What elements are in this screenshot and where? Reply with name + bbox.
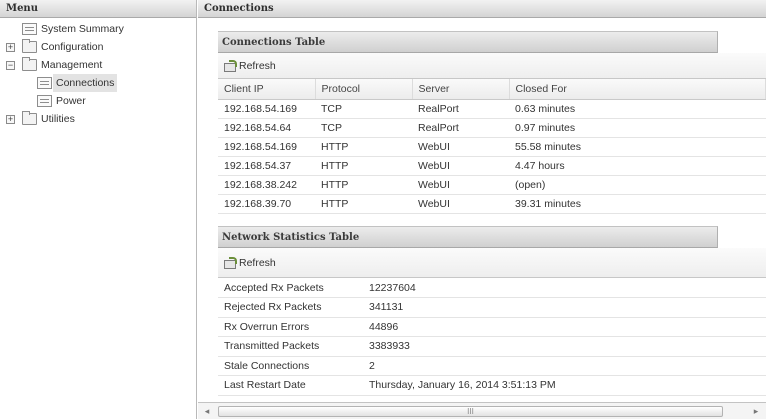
table-row: Rx Overrun Errors 44896 [218,317,766,337]
stat-value: 341131 [363,297,766,318]
cell-closed-for: 39.31 minutes [509,194,766,214]
table-row: Last Restart Date Thursday, January 16, … [218,375,766,396]
table-row[interactable]: 192.168.54.169 TCP RealPort 0.63 minutes [218,99,766,119]
tree-item-utilities[interactable]: + Utilities [0,110,196,128]
refresh-label: Refresh [239,60,276,72]
stat-label: Last Restart Date [218,375,363,396]
scroll-left-icon[interactable]: ◂ [202,406,212,416]
connections-toolbar: Refresh [218,53,766,79]
table-row: Transmitted Packets 3383933 [218,336,766,357]
refresh-stats-button[interactable]: Refresh [224,248,276,278]
stat-value: 3383933 [363,336,766,357]
scroll-right-icon[interactable]: ▸ [751,406,761,416]
cell-server: WebUI [412,156,509,176]
cell-protocol: HTTP [315,194,412,214]
expand-icon[interactable]: + [6,115,15,124]
cell-protocol: TCP [315,99,412,119]
cell-server: WebUI [412,175,509,195]
cell-client-ip: 192.168.39.70 [218,194,315,214]
cell-server: RealPort [412,118,509,138]
stat-label: Rejected Rx Packets [218,297,363,318]
folder-icon [22,111,37,125]
tree-item-power[interactable]: Power [0,92,196,110]
tree-item-label: System Summary [41,23,124,35]
cell-client-ip: 192.168.54.169 [218,137,315,157]
tree-item-label: Utilities [41,113,75,125]
cell-client-ip: 192.168.54.37 [218,156,315,176]
tree-item-configuration[interactable]: + Configuration [0,38,196,56]
folder-icon [22,39,37,53]
cell-closed-for: 0.63 minutes [509,99,766,119]
refresh-label: Refresh [239,257,276,269]
column-header-server[interactable]: Server [412,79,510,100]
cell-server: WebUI [412,137,509,157]
column-header-closed-for[interactable]: Closed For [509,79,766,100]
stat-value: 12237604 [363,278,766,298]
tree-item-label: Power [56,95,86,107]
main-panel: Connections Connections Table Refresh Cl… [198,0,766,419]
cell-server: WebUI [412,194,509,214]
table-row: Accepted Rx Packets 12237604 [218,278,766,298]
stat-value: 44896 [363,317,766,337]
table-row[interactable]: 192.168.54.37 HTTP WebUI 4.47 hours [218,156,766,176]
table-header-row: Client IP Protocol Server Closed For [218,79,766,100]
refresh-connections-button[interactable]: Refresh [224,53,276,79]
table-row: Rejected Rx Packets 341131 [218,297,766,318]
cell-closed-for: 55.58 minutes [509,137,766,157]
scrollbar-thumb[interactable]: III [218,406,723,417]
expand-icon[interactable]: + [6,43,15,52]
stat-value: 2 [363,356,766,376]
stat-value: Thursday, January 16, 2014 3:51:13 PM [363,375,766,396]
cell-closed-for: 0.97 minutes [509,118,766,138]
collapse-icon[interactable]: − [6,61,15,70]
stat-label: Accepted Rx Packets [218,278,363,298]
network-stats-toolbar: Refresh [218,248,766,278]
network-stats-table: Accepted Rx Packets 12237604 Rejected Rx… [218,278,766,396]
horizontal-scrollbar[interactable]: ◂ III ▸ [198,402,766,419]
cell-client-ip: 192.168.54.169 [218,99,315,119]
column-header-protocol[interactable]: Protocol [315,79,413,100]
folder-open-icon [22,57,37,71]
network-stats-header: Network Statistics Table [218,226,718,248]
stat-label: Transmitted Packets [218,336,363,357]
page-title: Connections [198,0,766,18]
cell-client-ip: 192.168.38.242 [218,175,315,195]
tree-item-connections[interactable]: Connections [0,74,196,92]
cell-closed-for: (open) [509,175,766,195]
stat-label: Stale Connections [218,356,363,376]
document-icon [37,77,52,89]
menu-header: Menu [0,0,196,18]
cell-protocol: HTTP [315,156,412,176]
cell-protocol: HTTP [315,175,412,195]
tree-item-system-summary[interactable]: System Summary [0,20,196,38]
connections-table: Client IP Protocol Server Closed For 192… [218,79,766,214]
cell-protocol: HTTP [315,137,412,157]
refresh-icon [224,257,237,269]
table-row: Stale Connections 2 [218,356,766,376]
menu-tree: System Summary + Configuration − Managem… [0,18,196,128]
tree-item-management[interactable]: − Management [0,56,196,74]
document-icon [22,23,37,35]
connections-section: Connections Table Refresh Client IP Prot… [218,31,766,214]
tree-item-label: Connections [53,74,118,92]
document-icon [37,95,52,107]
refresh-icon [224,60,237,72]
cell-protocol: TCP [315,118,412,138]
tree-item-label: Configuration [41,41,104,53]
menu-panel: Menu System Summary + Configuration − Ma… [0,0,197,419]
table-row[interactable]: 192.168.38.242 HTTP WebUI (open) [218,175,766,195]
cell-server: RealPort [412,99,509,119]
table-row[interactable]: 192.168.54.169 HTTP WebUI 55.58 minutes [218,137,766,157]
network-stats-section: Network Statistics Table Refresh Accepte… [218,226,766,396]
column-header-client-ip[interactable]: Client IP [218,79,316,100]
table-row[interactable]: 192.168.39.70 HTTP WebUI 39.31 minutes [218,194,766,214]
tree-item-label: Management [41,59,103,71]
cell-closed-for: 4.47 hours [509,156,766,176]
stat-label: Rx Overrun Errors [218,317,363,337]
cell-client-ip: 192.168.54.64 [218,118,315,138]
table-row[interactable]: 192.168.54.64 TCP RealPort 0.97 minutes [218,118,766,138]
connections-table-header: Connections Table [218,31,718,53]
